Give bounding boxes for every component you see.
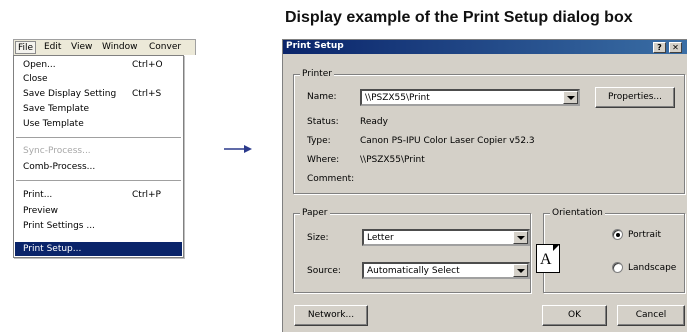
source-label: Source: (307, 266, 341, 276)
ok-button[interactable]: OK (542, 305, 607, 326)
print-setup-dialog: Print Setup ? ✕ Printer Name: \\PSZX55\P… (282, 39, 687, 332)
menu-item-label: Print... (23, 190, 53, 200)
paper-size-select[interactable]: Letter (362, 229, 530, 246)
menu-item-print-setup[interactable]: Print Setup... (23, 243, 81, 256)
menu-item-label: Preview (23, 206, 59, 216)
menu-separator (16, 137, 181, 139)
menu-item-open[interactable]: Open... Ctrl+O (23, 59, 178, 72)
portrait-radio[interactable] (612, 229, 623, 240)
menu-bar: File Edit View Window Conver (13, 39, 196, 55)
status-value: Ready (360, 117, 388, 127)
file-menu-dropdown: Open... Ctrl+O Close Save Display Settin… (13, 55, 184, 258)
landscape-label[interactable]: Landscape (628, 263, 676, 273)
size-label: Size: (307, 233, 329, 243)
name-label: Name: (307, 92, 337, 102)
menu-window[interactable]: Window (102, 42, 138, 52)
status-label: Status: (307, 117, 339, 127)
where-value: \\PSZX55\Print (360, 155, 425, 165)
menu-item-label: Save Display Setting (23, 89, 117, 99)
page-icon-letter: A (540, 251, 552, 268)
dialog-titlebar: Print Setup ? ✕ (283, 40, 687, 54)
menu-item-print-settings[interactable]: Print Settings ... (23, 220, 95, 233)
menu-item-label: Print Setup... (23, 244, 82, 254)
chevron-down-icon[interactable] (513, 264, 528, 277)
where-label: Where: (307, 155, 340, 165)
menu-view[interactable]: View (71, 42, 92, 52)
menu-separator (16, 180, 181, 182)
menu-item-label: Sync-Process... (23, 146, 91, 156)
menu-item-close[interactable]: Close (23, 73, 48, 86)
right-arrow-icon (224, 145, 252, 153)
menu-item-preview[interactable]: Preview (23, 205, 58, 218)
paper-source-select[interactable]: Automatically Select (362, 262, 530, 279)
printer-group-label: Printer (300, 69, 334, 79)
menu-item-save-display-setting[interactable]: Save Display Setting Ctrl+S (23, 88, 178, 101)
printer-group: Printer Name: \\PSZX55\Print Properties.… (293, 69, 685, 194)
menu-item-sync-process: Sync-Process... (23, 145, 91, 158)
network-button[interactable]: Network... (294, 305, 368, 326)
paper-source-value: Automatically Select (367, 266, 460, 276)
type-label: Type: (307, 136, 331, 146)
orientation-group: Orientation (543, 208, 685, 293)
menu-item-label: Print Settings ... (23, 221, 95, 231)
page-orientation-icon: A (536, 244, 560, 273)
printer-name-value: \\PSZX55\Print (365, 93, 430, 103)
menu-item-shortcut: Ctrl+S (132, 89, 162, 99)
menu-item-print[interactable]: Print... Ctrl+P (23, 189, 178, 202)
menu-item-label: Comb-Process... (23, 162, 96, 172)
comment-label: Comment: (307, 174, 355, 184)
properties-button[interactable]: Properties... (595, 87, 675, 108)
menu-edit[interactable]: Edit (44, 42, 61, 52)
orientation-group-label: Orientation (550, 208, 605, 218)
dialog-title: Print Setup (286, 41, 344, 51)
paper-group-label: Paper (300, 208, 330, 218)
help-button[interactable]: ? (653, 42, 666, 53)
paper-group: Paper Size: Letter Source: Automatically… (293, 208, 531, 293)
menu-file[interactable]: File (15, 41, 37, 54)
chevron-down-icon[interactable] (563, 91, 578, 104)
cancel-button[interactable]: Cancel (617, 305, 685, 326)
menu-item-label: Open... (23, 60, 56, 70)
chevron-down-icon[interactable] (513, 231, 528, 244)
menu-item-label: Save Template (23, 104, 90, 114)
menu-item-label: Use Template (23, 119, 84, 129)
menu-item-comb-process[interactable]: Comb-Process... (23, 161, 95, 174)
menu-item-use-template[interactable]: Use Template (23, 118, 84, 131)
portrait-label[interactable]: Portrait (628, 230, 661, 240)
menu-item-label: Close (23, 74, 48, 84)
menu-convert[interactable]: Conver (149, 42, 181, 52)
paper-size-value: Letter (367, 233, 394, 243)
printer-name-select[interactable]: \\PSZX55\Print (360, 89, 580, 106)
menu-item-shortcut: Ctrl+O (132, 60, 163, 70)
menu-item-save-template[interactable]: Save Template (23, 103, 89, 116)
close-button[interactable]: ✕ (669, 42, 682, 53)
landscape-radio[interactable] (612, 262, 623, 273)
menu-item-shortcut: Ctrl+P (132, 190, 161, 200)
page-heading: Display example of the Print Setup dialo… (285, 9, 633, 26)
type-value: Canon PS-IPU Color Laser Copier v52.3 (360, 136, 535, 146)
